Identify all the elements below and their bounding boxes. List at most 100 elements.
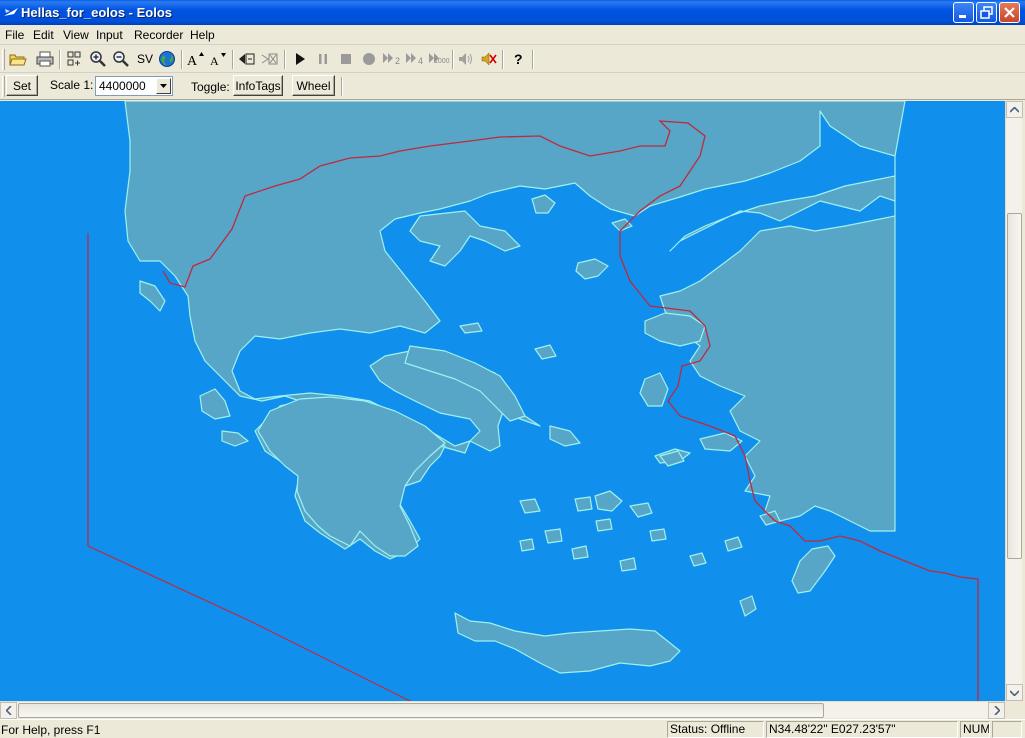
chalkidiki: [409, 210, 521, 267]
app-window: Hellas_for_eolos - Eolos File Edit View …: [0, 0, 1025, 738]
menu-recorder[interactable]: Recorder: [134, 28, 183, 42]
menu-view[interactable]: View: [63, 28, 89, 42]
set-button[interactable]: Set: [6, 75, 38, 96]
sporades-island: [459, 322, 483, 334]
cyclades-island: [595, 518, 613, 532]
toolbar-grip[interactable]: [2, 76, 5, 97]
toolbar-separator: [341, 77, 343, 96]
globe-icon[interactable]: [157, 49, 177, 69]
menu-input[interactable]: Input: [96, 28, 123, 42]
map-view[interactable]: [0, 101, 1005, 701]
toolbar-grip[interactable]: [2, 49, 5, 70]
menu-help[interactable]: Help: [190, 28, 215, 42]
status-num: NUM: [960, 721, 990, 738]
set-button-label: Set: [12, 78, 31, 93]
scale-label: Scale 1:: [50, 78, 94, 92]
svg-text:A: A: [210, 54, 219, 68]
track-back-icon[interactable]: [237, 49, 257, 69]
maximize-icon[interactable]: [976, 2, 997, 23]
wheel-button[interactable]: Wheel: [292, 75, 335, 96]
svg-text:A: A: [187, 54, 198, 68]
scale-select[interactable]: 4400000: [95, 76, 173, 96]
cyclades-island: [649, 528, 667, 542]
scale-select-value: 4400000: [99, 79, 146, 93]
zoom-out-icon[interactable]: [111, 49, 131, 69]
scroll-right-icon[interactable]: [988, 702, 1005, 719]
speed-x2-icon[interactable]: 2: [382, 49, 404, 69]
speed-x4-icon[interactable]: 4: [405, 49, 427, 69]
toolbar-separator: [502, 50, 504, 69]
skyros: [534, 344, 557, 360]
cyclades-island: [544, 528, 563, 544]
cyclades-island: [574, 496, 593, 512]
zoom-in-icon[interactable]: [88, 49, 108, 69]
cyclades-island: [724, 536, 743, 552]
help-icon[interactable]: ?: [508, 49, 528, 69]
horizontal-scrollbar[interactable]: [0, 701, 1005, 719]
status-bar: For Help, press F1 Status: Offline N34.4…: [0, 719, 1025, 738]
size-box: [1005, 701, 1025, 718]
samos: [699, 432, 743, 452]
sv-icon[interactable]: SV: [134, 49, 156, 69]
corfu: [139, 280, 166, 312]
horizontal-scroll-thumb[interactable]: [18, 703, 824, 718]
toolbar-separator: [532, 50, 534, 69]
chevron-down-icon[interactable]: [156, 78, 171, 94]
open-folder-icon[interactable]: [8, 49, 28, 69]
speed-x1000-label: 1000: [434, 58, 450, 65]
cyclades-island: [519, 538, 535, 552]
pause-icon[interactable]: [313, 49, 333, 69]
cyclades-island: [619, 557, 637, 572]
stop-icon[interactable]: [336, 49, 356, 69]
scroll-left-icon[interactable]: [0, 702, 17, 719]
kefalonia: [199, 388, 231, 420]
svg-text:?: ?: [514, 51, 523, 67]
speed-x1000-icon[interactable]: 1000: [428, 49, 450, 69]
infotags-button[interactable]: InfoTags: [233, 75, 283, 96]
cyclades-island: [629, 502, 653, 518]
cyclades-island: [549, 425, 581, 447]
zoom-fit-icon[interactable]: [64, 49, 84, 69]
sound-icon[interactable]: [456, 49, 476, 69]
mute-icon[interactable]: [479, 49, 499, 69]
crete: [454, 612, 681, 674]
play-icon[interactable]: [290, 49, 310, 69]
land-masses: [124, 101, 906, 674]
anatolia-landmass: [659, 155, 896, 532]
menu-edit[interactable]: Edit: [33, 28, 54, 42]
toggle-label: Toggle:: [191, 80, 230, 94]
record-icon[interactable]: [359, 49, 379, 69]
status-scrl: [992, 721, 1022, 738]
menu-bar: File Edit View Input Recorder Help: [0, 25, 1025, 45]
toolbar-separator: [232, 50, 234, 69]
chios: [639, 372, 669, 407]
window-title: Hellas_for_eolos - Eolos: [21, 5, 172, 20]
toolbar-separator: [59, 50, 61, 69]
track-forward-icon[interactable]: [260, 49, 280, 69]
map-canvas[interactable]: [0, 101, 1005, 701]
vertical-scrollbar[interactable]: [1005, 101, 1023, 701]
title-bar[interactable]: Hellas_for_eolos - Eolos: [0, 0, 1025, 25]
zakynthos: [221, 430, 249, 447]
status-help-text: For Help, press F1: [1, 723, 101, 737]
font-decrease-icon[interactable]: A: [208, 49, 228, 69]
eolos-app-icon: [4, 8, 18, 16]
speed-x2-label: 2: [395, 56, 401, 66]
status-connection: Status: Offline: [667, 721, 764, 738]
minimize-icon[interactable]: [953, 2, 974, 23]
menu-file[interactable]: File: [5, 28, 24, 42]
cyclades-island: [571, 545, 589, 560]
close-icon[interactable]: [999, 2, 1020, 23]
cyclades-island: [594, 490, 623, 512]
font-increase-icon[interactable]: A: [185, 49, 205, 69]
lemnos: [575, 258, 609, 280]
toolbar-separator: [452, 50, 454, 69]
main-toolbar: SV A A 2 4 1000 ?: [0, 46, 1025, 73]
infotags-button-label: InfoTags: [235, 78, 281, 93]
scroll-up-icon[interactable]: [1006, 101, 1023, 118]
scroll-down-icon[interactable]: [1006, 684, 1023, 701]
cyclades-island: [689, 552, 707, 567]
cyclades-island: [519, 498, 541, 514]
vertical-scroll-thumb[interactable]: [1007, 213, 1022, 559]
print-icon[interactable]: [35, 49, 55, 69]
